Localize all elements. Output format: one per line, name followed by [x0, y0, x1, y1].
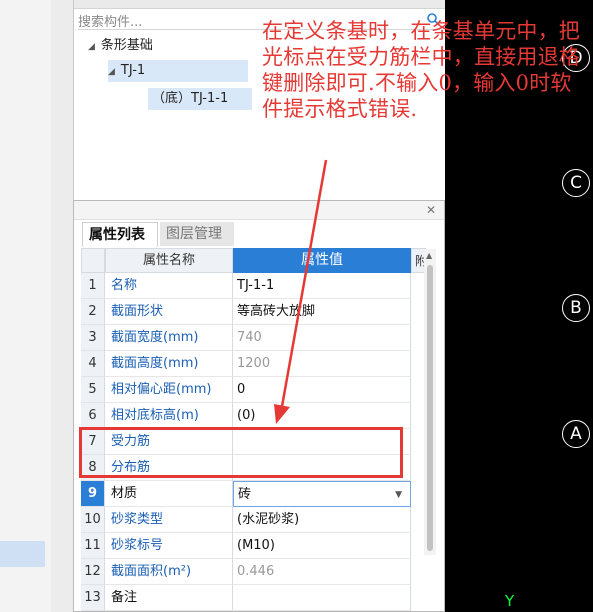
material-select[interactable]: 砖 ▼ — [233, 481, 411, 507]
row-number: 1 — [81, 273, 105, 299]
table-row[interactable]: 2 截面形状 等高砖大放脚 — [81, 299, 411, 325]
row-value[interactable]: (0) — [233, 403, 411, 429]
row-number: 4 — [81, 351, 105, 377]
tree-node-child[interactable]: ◢ TJ-1 — [108, 60, 248, 82]
scroll-up-icon[interactable]: ▲ — [426, 251, 432, 260]
row-name: 砂浆类型 — [105, 507, 233, 533]
row-value[interactable]: 0 — [233, 377, 411, 403]
row-number: 9 — [81, 481, 105, 507]
row-value[interactable]: TJ-1-1 — [233, 273, 411, 299]
row-name: 名称 — [105, 273, 233, 299]
row-name: 截面面积(m²) — [105, 559, 233, 585]
table-row[interactable]: 4 截面高度(mm) 1200 — [81, 351, 411, 377]
row-number: 12 — [81, 559, 105, 585]
row-value[interactable]: (水泥砂浆) — [233, 507, 411, 533]
chevron-down-icon[interactable]: ▼ — [395, 482, 402, 508]
table-row[interactable]: 1 名称 TJ-1-1 — [81, 273, 411, 299]
property-panel: ✕ 属性列表 图层管理 属性名称 属性值 附 1 名称 TJ-1-1 2 截面形… — [73, 200, 445, 612]
header-corner — [81, 248, 105, 273]
y-axis-label: Y — [505, 592, 515, 610]
row-name: 截面宽度(mm) — [105, 325, 233, 351]
table-row[interactable]: 9 材质 砖 ▼ — [81, 481, 411, 507]
row-name: 备注 — [105, 585, 233, 611]
row-value[interactable]: 等高砖大放脚 — [233, 299, 411, 325]
row-value[interactable]: (M10) — [233, 533, 411, 559]
axis-marker-b[interactable]: B — [562, 294, 590, 322]
row-number: 2 — [81, 299, 105, 325]
table-row[interactable]: 3 截面宽度(mm) 740 — [81, 325, 411, 351]
row-number: 13 — [81, 585, 105, 611]
table-row[interactable]: 5 相对偏心距(mm) 0 — [81, 377, 411, 403]
row-number: 11 — [81, 533, 105, 559]
table-row[interactable]: 11 砂浆标号 (M10) — [81, 533, 411, 559]
row-value: 砖 — [238, 487, 252, 502]
table-row[interactable]: 13 备注 — [81, 585, 411, 611]
row-value[interactable]: 0.446 — [233, 559, 411, 585]
row-number: 10 — [81, 507, 105, 533]
tree-node-leaf-label: （底）TJ-1-1 — [152, 91, 229, 106]
tree-node-root[interactable]: ◢ 条形基础 — [88, 35, 153, 57]
row-number: 5 — [81, 377, 105, 403]
collapse-arrow-icon[interactable]: ◢ — [88, 36, 95, 58]
property-panel-titlebar: ✕ — [74, 201, 444, 220]
tab-properties[interactable]: 属性列表 — [82, 222, 158, 247]
tree-node-leaf[interactable]: （底）TJ-1-1 — [148, 88, 252, 110]
search-placeholder: 搜索构件... — [78, 15, 143, 30]
tab-layers[interactable]: 图层管理 — [160, 222, 234, 246]
axis-marker-a[interactable]: A — [562, 420, 590, 448]
row-number: 3 — [81, 325, 105, 351]
table-row[interactable]: 10 砂浆类型 (水泥砂浆) — [81, 507, 411, 533]
row-value[interactable]: 740 — [233, 325, 411, 351]
row-value[interactable] — [233, 585, 411, 611]
grid-header: 属性名称 属性值 附 — [81, 248, 427, 273]
annotation-note: 在定义条基时，在条基单元中，把光标点在受力筋栏中，直接用退格键删除即可.不输入0… — [262, 19, 580, 121]
row-name: 材质 — [105, 481, 233, 507]
row-name: 截面形状 — [105, 299, 233, 325]
axis-marker-c[interactable]: C — [562, 169, 590, 197]
highlight-box — [79, 427, 403, 478]
tree-node-root-label: 条形基础 — [100, 38, 153, 53]
header-name: 属性名称 — [105, 248, 233, 273]
scrollbar-thumb[interactable] — [427, 265, 433, 551]
tree-panel-top-border — [74, 0, 446, 9]
row-name: 截面高度(mm) — [105, 351, 233, 377]
tree-node-child-label: TJ-1 — [120, 63, 146, 78]
row-value[interactable]: 1200 — [233, 351, 411, 377]
row-number: 6 — [81, 403, 105, 429]
row-name: 相对底标高(m) — [105, 403, 233, 429]
table-row[interactable]: 12 截面面积(m²) 0.446 — [81, 559, 411, 585]
left-panel — [51, 0, 73, 612]
row-name: 砂浆标号 — [105, 533, 233, 559]
left-strip — [0, 0, 52, 612]
left-strip-selected-item[interactable] — [0, 541, 45, 567]
table-row[interactable]: 6 相对底标高(m) (0) — [81, 403, 411, 429]
header-value: 属性值 — [233, 248, 411, 273]
close-icon[interactable]: ✕ — [426, 201, 436, 219]
scrollbar[interactable]: ▲ — [424, 249, 436, 555]
row-name: 相对偏心距(mm) — [105, 377, 233, 403]
collapse-arrow-icon[interactable]: ◢ — [108, 61, 115, 83]
